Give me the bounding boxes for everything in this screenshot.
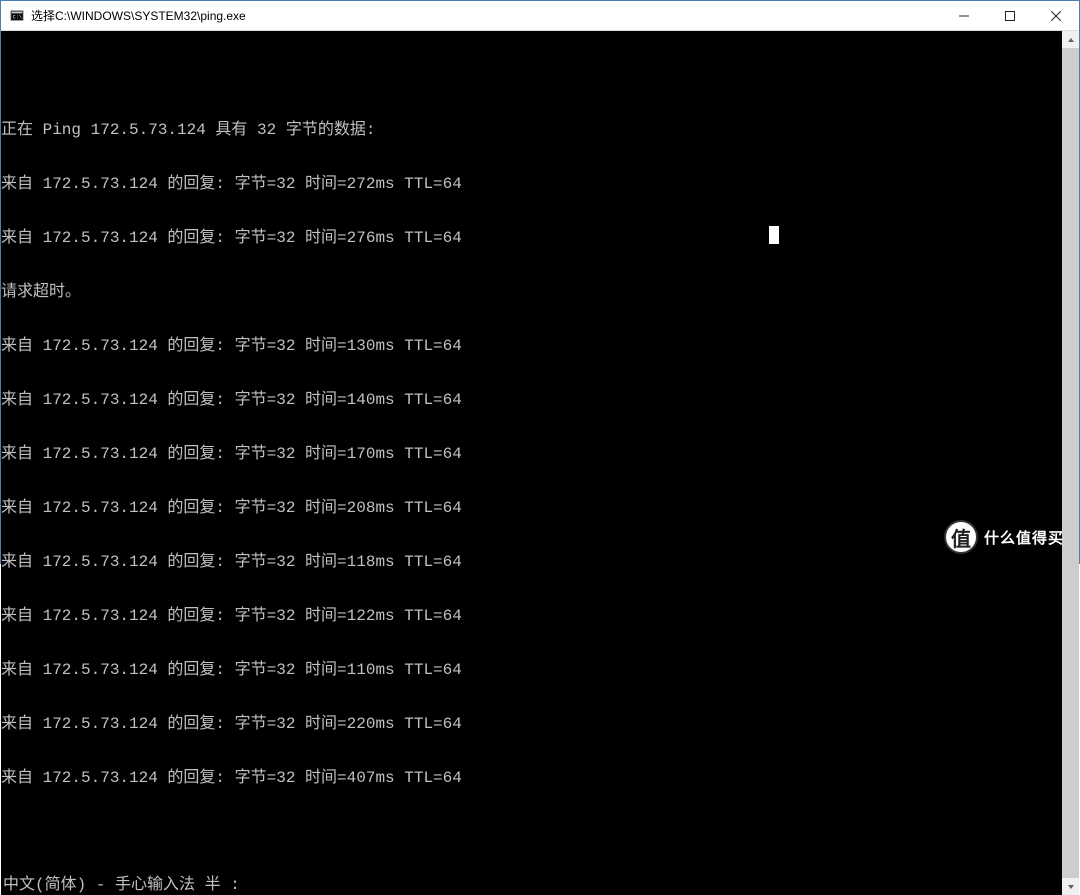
titlebar[interactable]: C:\ 选择C:\WINDOWS\SYSTEM32\ping.exe — [1, 1, 1079, 31]
scroll-thumb[interactable] — [1062, 48, 1079, 878]
close-button[interactable] — [1033, 1, 1079, 30]
minimize-button[interactable] — [941, 1, 987, 30]
ping-reply-line: 来自 172.5.73.124 的回复: 字节=32 时间=130ms TTL=… — [1, 337, 1062, 355]
window-controls — [941, 1, 1079, 30]
svg-text:C:\: C:\ — [13, 14, 22, 20]
console-container: 正在 Ping 172.5.73.124 具有 32 字节的数据: 来自 172… — [1, 31, 1079, 895]
scroll-down-button[interactable] — [1062, 878, 1079, 895]
ping-reply-line: 来自 172.5.73.124 的回复: 字节=32 时间=407ms TTL=… — [1, 769, 1062, 787]
ping-reply-line: 来自 172.5.73.124 的回复: 字节=32 时间=276ms TTL=… — [1, 229, 1062, 247]
ping-timeout-line: 请求超时。 — [1, 283, 1062, 301]
ping-reply-line: 来自 172.5.73.124 的回复: 字节=32 时间=170ms TTL=… — [1, 445, 1062, 463]
console-output[interactable]: 正在 Ping 172.5.73.124 具有 32 字节的数据: 来自 172… — [1, 31, 1062, 895]
app-icon: C:\ — [9, 8, 25, 24]
ping-reply-line: 来自 172.5.73.124 的回复: 字节=32 时间=140ms TTL=… — [1, 391, 1062, 409]
scroll-up-button[interactable] — [1062, 31, 1079, 48]
ping-reply-line: 来自 172.5.73.124 的回复: 字节=32 时间=118ms TTL=… — [1, 553, 1062, 571]
ping-reply-line: 来自 172.5.73.124 的回复: 字节=32 时间=208ms TTL=… — [1, 499, 1062, 517]
ping-reply-line: 来自 172.5.73.124 的回复: 字节=32 时间=110ms TTL=… — [1, 661, 1062, 679]
maximize-button[interactable] — [987, 1, 1033, 30]
ime-status-line: 中文(简体) - 手心输入法 半 : — [3, 876, 240, 894]
ping-header-line: 正在 Ping 172.5.73.124 具有 32 字节的数据: — [1, 121, 1062, 139]
vertical-scrollbar[interactable] — [1062, 31, 1079, 895]
selection-cursor — [769, 226, 779, 244]
window-title: 选择C:\WINDOWS\SYSTEM32\ping.exe — [31, 7, 941, 24]
ping-reply-line: 来自 172.5.73.124 的回复: 字节=32 时间=220ms TTL=… — [1, 715, 1062, 733]
app-window: C:\ 选择C:\WINDOWS\SYSTEM32\ping.exe 正在 Pi… — [0, 0, 1080, 564]
ping-reply-line: 来自 172.5.73.124 的回复: 字节=32 时间=122ms TTL=… — [1, 607, 1062, 625]
ping-reply-line: 来自 172.5.73.124 的回复: 字节=32 时间=272ms TTL=… — [1, 175, 1062, 193]
